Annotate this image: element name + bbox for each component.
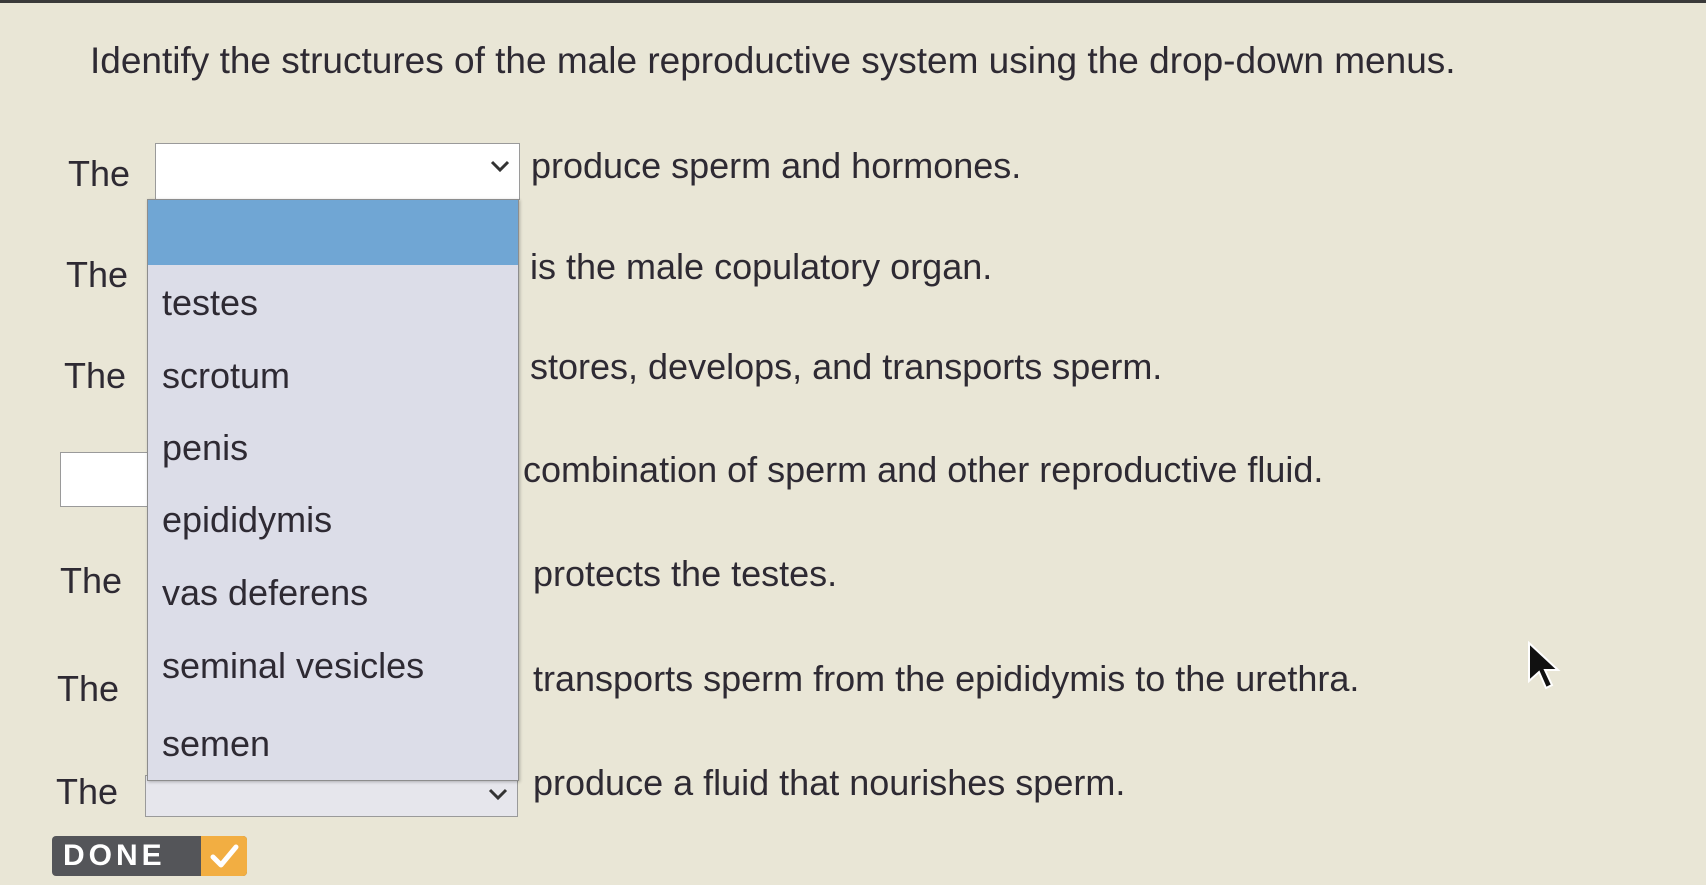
dropdown-option-seminal-vesicles[interactable]: seminal vesicles xyxy=(162,645,424,687)
dropdown-option-testes[interactable]: testes xyxy=(162,282,258,324)
row2-prefix: The xyxy=(66,254,129,295)
row3-prefix: The xyxy=(64,355,127,396)
dropdown-option-vas-deferens[interactable]: vas deferens xyxy=(162,572,368,614)
instruction-text: Identify the structures of the male repr… xyxy=(90,40,1456,81)
row6-prefix: The xyxy=(57,668,120,709)
done-button[interactable]: DONE xyxy=(52,836,247,876)
chevron-down-icon xyxy=(490,160,510,173)
row4-suffix: combination of sperm and other reproduct… xyxy=(523,449,1324,490)
checkmark-icon xyxy=(201,836,247,876)
mouse-cursor-icon xyxy=(1528,641,1561,690)
dropdown-menu: testes scrotum penis epididymis vas defe… xyxy=(147,199,519,781)
row1-prefix: The xyxy=(68,153,131,194)
chevron-down-icon xyxy=(488,788,508,801)
row5-prefix: The xyxy=(60,560,123,601)
row1-suffix: produce sperm and hormones. xyxy=(531,145,1022,186)
row3-suffix: stores, develops, and transports sperm. xyxy=(530,346,1163,387)
row7-select[interactable] xyxy=(145,775,518,817)
row1-select[interactable] xyxy=(155,143,520,200)
row5-suffix: protects the testes. xyxy=(533,553,838,594)
row7-suffix: produce a fluid that nourishes sperm. xyxy=(533,762,1126,803)
row7-prefix: The xyxy=(56,771,119,812)
dropdown-option-penis[interactable]: penis xyxy=(162,427,248,469)
row6-suffix: transports sperm from the epididymis to … xyxy=(533,658,1360,699)
dropdown-option-epididymis[interactable]: epididymis xyxy=(162,499,332,541)
row2-suffix: is the male copulatory organ. xyxy=(530,246,993,287)
row4-select[interactable] xyxy=(60,452,150,507)
dropdown-option-semen[interactable]: semen xyxy=(162,723,270,765)
dropdown-option-blank[interactable] xyxy=(148,200,518,265)
dropdown-option-scrotum[interactable]: scrotum xyxy=(162,355,290,397)
top-border xyxy=(0,0,1706,3)
done-button-label: DONE xyxy=(63,839,166,872)
